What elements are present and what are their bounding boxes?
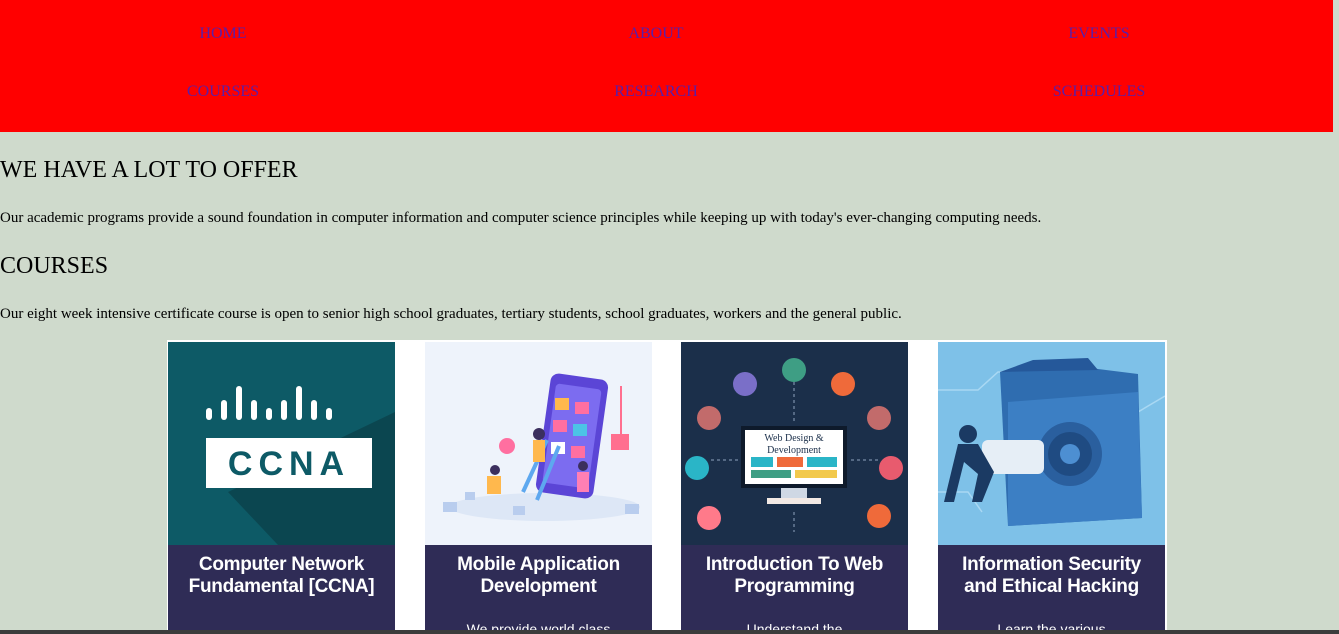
main-navigation: HOME ABOUT EVENTS COURSES RESEARCH SCHED…: [0, 0, 1333, 132]
course-card-mobile[interactable]: Mobile Application Development We provid…: [425, 342, 652, 634]
course-title: Information Security and Ethical Hacking: [962, 554, 1141, 597]
nav-schedules-link[interactable]: SCHEDULES: [1053, 83, 1145, 101]
page-edge: [1333, 0, 1339, 132]
course-card-band: Mobile Application Development We provid…: [425, 545, 652, 634]
screen-text-1: Web Design &: [764, 433, 823, 444]
nav-events-link[interactable]: EVENTS: [1068, 25, 1129, 43]
security-vault-illustration-icon: [938, 342, 1165, 545]
course-card-ccna[interactable]: CCNA Computer Network Fundamental [CCNA]: [168, 342, 395, 634]
course-title: Mobile Application Development: [457, 554, 620, 597]
course-card-band: Information Security and Ethical Hacking…: [938, 545, 1165, 634]
course-card-security[interactable]: Information Security and Ethical Hacking…: [938, 342, 1165, 634]
offer-heading: WE HAVE A LOT TO OFFER: [0, 157, 298, 183]
nav-about-link[interactable]: ABOUT: [628, 25, 683, 43]
nav-home-link[interactable]: HOME: [199, 25, 246, 43]
nav-research-link[interactable]: RESEARCH: [614, 83, 698, 101]
course-title: Introduction To Web Programming: [705, 554, 884, 597]
ccna-logo-text: CCNA: [228, 445, 350, 483]
mobile-app-illustration-icon: [425, 342, 652, 545]
course-cards: CCNA Computer Network Fundamental [CCNA]: [167, 340, 1167, 634]
courses-text: Our eight week intensive certificate cou…: [0, 306, 902, 322]
web-design-illustration-icon: Web Design & Development: [681, 342, 908, 545]
course-card-band: Introduction To Web Programming Understa…: [681, 545, 908, 634]
offer-text: Our academic programs provide a sound fo…: [0, 210, 1042, 226]
window-bottom-edge: [0, 630, 1339, 634]
courses-heading: COURSES: [0, 253, 109, 279]
course-card-web[interactable]: Web Design & Development Introduction To…: [681, 342, 908, 634]
screen-text-2: Development: [767, 445, 821, 456]
cisco-ccna-logo-icon: CCNA: [168, 342, 395, 545]
nav-courses-link[interactable]: COURSES: [187, 83, 259, 101]
course-title: Computer Network Fundamental [CCNA]: [188, 554, 375, 597]
course-card-band: Computer Network Fundamental [CCNA]: [168, 545, 395, 634]
